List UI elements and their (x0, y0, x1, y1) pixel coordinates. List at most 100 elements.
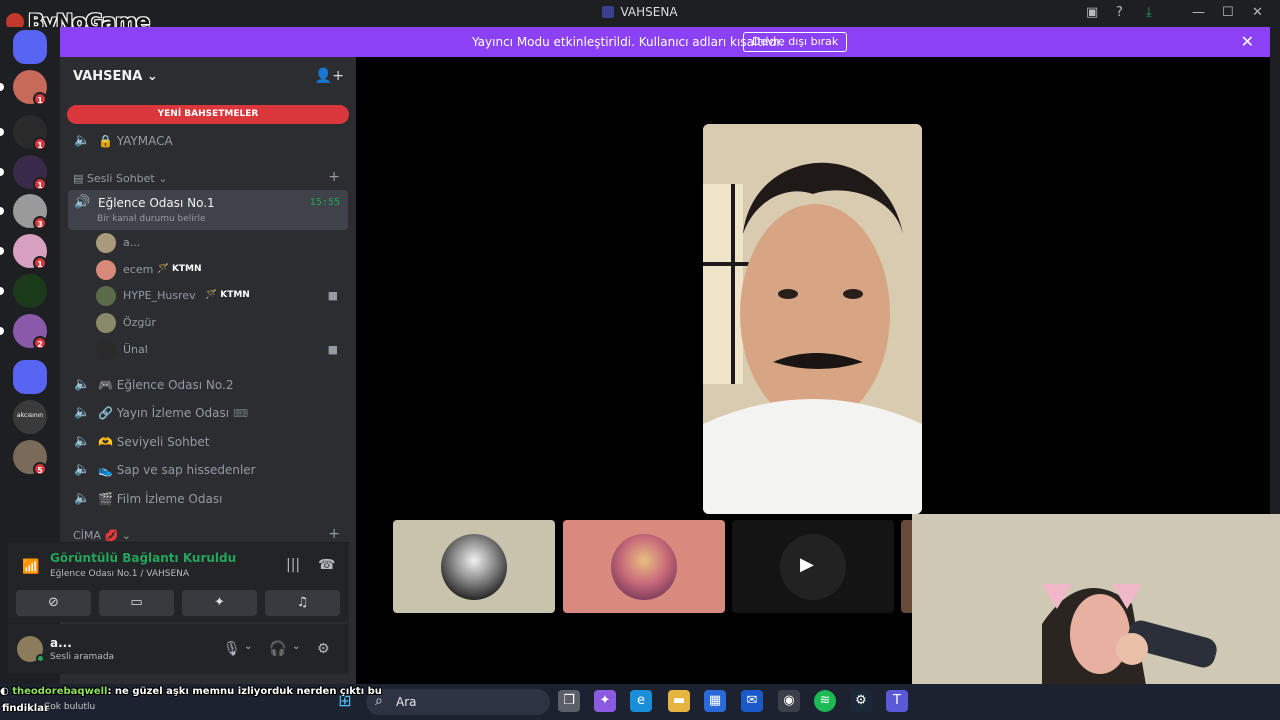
participant-tile[interactable] (563, 520, 725, 613)
mention-badge: 3 (33, 216, 47, 230)
search-placeholder: Ara (396, 695, 417, 709)
signal-icon: 📶 (22, 559, 40, 575)
file-explorer-icon[interactable]: ▬ (668, 690, 690, 712)
voice-status-title[interactable]: Görüntülü Bağlantı Kuruldu (50, 551, 236, 565)
unread-pill (0, 168, 4, 176)
chevron-down-icon[interactable]: ⌄ (292, 641, 300, 652)
discord-home-icon[interactable] (13, 30, 47, 64)
channel-emoji-icon: 👟 (98, 463, 113, 478)
headphones-icon[interactable]: 🎧 (269, 641, 286, 657)
channel-name: Eğlence Odası No.1 (98, 196, 215, 210)
server-icon[interactable] (13, 360, 47, 394)
disconnect-icon[interactable]: ☎ (318, 557, 335, 573)
camera-off-button[interactable]: ⊘ (16, 590, 91, 616)
mail-icon[interactable]: ✉ (741, 690, 763, 712)
settings-gear-icon[interactable]: ⚙ (317, 641, 330, 657)
server-header[interactable]: VAHSENA ⌄ 👤+ (60, 57, 356, 97)
voice-user[interactable]: a... (96, 231, 346, 255)
avatar (96, 286, 116, 307)
server-label: akcısının (16, 412, 44, 419)
maximize-button[interactable]: ☐ (1222, 5, 1234, 21)
chat-message: : ne güzel aşkı memnu izliyorduk nerden … (107, 686, 382, 697)
download-icon[interactable]: ⤓ (1146, 5, 1152, 21)
speaker-icon: 🔈 (74, 490, 91, 506)
minimize-button[interactable]: — (1192, 5, 1205, 21)
microphone-icon[interactable]: 🎙 (223, 641, 241, 657)
channel-timer: 15:55 (309, 197, 340, 208)
speaker-active-icon: 🔊 (74, 195, 91, 210)
chevron-down-icon[interactable]: ⌄ (244, 641, 252, 652)
unread-pill (0, 327, 4, 335)
username[interactable]: a... (50, 636, 72, 650)
help-icon[interactable]: ? (1116, 5, 1123, 21)
server-icon[interactable] (13, 274, 47, 308)
soundboard-button[interactable]: ♫ (265, 590, 340, 616)
user-status: Sesli aramada (50, 652, 115, 662)
steam-icon[interactable]: ⚙ (850, 690, 872, 712)
new-mentions-pill[interactable]: YENİ BAHSETMELER (67, 105, 349, 124)
voice-channel[interactable]: 🔈 🎬 Film İzleme Odası (68, 486, 348, 512)
noise-suppression-icon[interactable]: ||| (286, 557, 300, 573)
close-button[interactable]: ✕ (1252, 5, 1263, 21)
voice-channel[interactable]: 🔈 🫶 Seviyeli Sohbet (68, 429, 348, 455)
voice-user[interactable]: ecem 🪄 KTMN (96, 258, 346, 282)
avatar (96, 233, 116, 253)
avatar (96, 259, 116, 280)
voice-user-name: Özgür (123, 316, 156, 330)
mention-badge: 1 (33, 177, 47, 191)
avatar (441, 534, 507, 600)
channel-status[interactable]: Bir kanal durumu belirle (97, 214, 206, 224)
video-person-image (703, 124, 922, 514)
user-tag: 🪄 KTMN (205, 290, 250, 301)
voice-user[interactable]: Ünal ■ (96, 338, 346, 362)
participant-tile[interactable]: ▶ (732, 520, 894, 613)
add-channel-icon[interactable]: + (328, 526, 340, 542)
voice-user[interactable]: HYPE_Husrev 🪄 KTMN ■ (96, 284, 346, 308)
focused-video-feed[interactable] (703, 124, 922, 514)
voice-channel-path[interactable]: Eğlence Odası No.1 / VAHSENA (50, 569, 189, 579)
banner-close-icon[interactable]: ✕ (1241, 32, 1254, 51)
channel-eglence-1[interactable]: 🔊 Eğlence Odası No.1 15:55 Bir kanal dur… (68, 190, 348, 230)
participant-tile[interactable] (393, 520, 555, 613)
channel-name: 🫶 Seviyeli Sohbet (98, 434, 210, 449)
user-tag: 🪄 KTMN (157, 263, 202, 274)
channel-name: 👟 Sap ve sap hissedenler (98, 463, 256, 478)
teams-icon[interactable]: T (886, 690, 908, 712)
voice-channel[interactable]: 🔈 🔗 Yayın İzleme Odası 🎟 (68, 400, 348, 426)
unread-pill (0, 207, 4, 215)
task-view-icon[interactable]: ❐ (558, 690, 580, 712)
spotify-icon[interactable]: ≋ (814, 690, 836, 712)
channel-yaymaca[interactable]: 🔈 🔒 YAYMACA (68, 128, 348, 154)
weather-text: Çok bulutlu (44, 702, 96, 712)
voice-channel[interactable]: 🔈 👟 Sap ve sap hissedenler (68, 457, 348, 483)
edge-icon[interactable]: e (630, 690, 652, 712)
speaker-icon: 🔈 (74, 133, 91, 148)
voice-user[interactable]: Özgür (96, 311, 346, 335)
camera-icon: ■ (327, 289, 338, 303)
server-icon (602, 6, 615, 18)
speaker-icon: 🔈 (74, 433, 91, 449)
disable-streamer-mode-button[interactable]: Devre dışı bırak (743, 32, 848, 52)
mention-badge: 1 (33, 137, 47, 151)
mention-badge: 1 (33, 256, 47, 270)
add-channel-icon[interactable]: + (328, 169, 340, 185)
server-name[interactable]: VAHSENA ⌄ (73, 69, 158, 84)
channel-name: 🎬 Film İzleme Odası (98, 491, 223, 506)
screen-share-button[interactable]: ▭ (99, 590, 174, 616)
channel-name: 🎮 Eğlence Odası No.2 (98, 378, 234, 392)
speaker-icon: 🔈 (74, 377, 91, 392)
copilot-icon[interactable]: ✦ (594, 690, 616, 712)
category-voice[interactable]: ▤ Sesli Sohbet ⌄ (73, 172, 167, 185)
mention-badge: 5 (33, 462, 47, 476)
activities-button[interactable]: ✦ (182, 590, 257, 616)
avatar (611, 534, 677, 600)
channel-emoji-icon: 🔗 (98, 406, 113, 421)
inbox-icon[interactable]: ▣ (1086, 5, 1098, 21)
invite-user-icon[interactable]: 👤+ (315, 68, 344, 84)
category-cima[interactable]: CİMA 💋 ⌄ (73, 529, 131, 542)
store-icon[interactable]: ▦ (704, 690, 726, 712)
app-icon[interactable]: ◉ (778, 690, 800, 712)
voice-channel[interactable]: 🔈 🎮 Eğlence Odası No.2 (68, 372, 348, 398)
channel-emoji-icon: 🫶 (98, 434, 113, 449)
taskbar-search[interactable]: ⌕ Ara (366, 689, 550, 715)
